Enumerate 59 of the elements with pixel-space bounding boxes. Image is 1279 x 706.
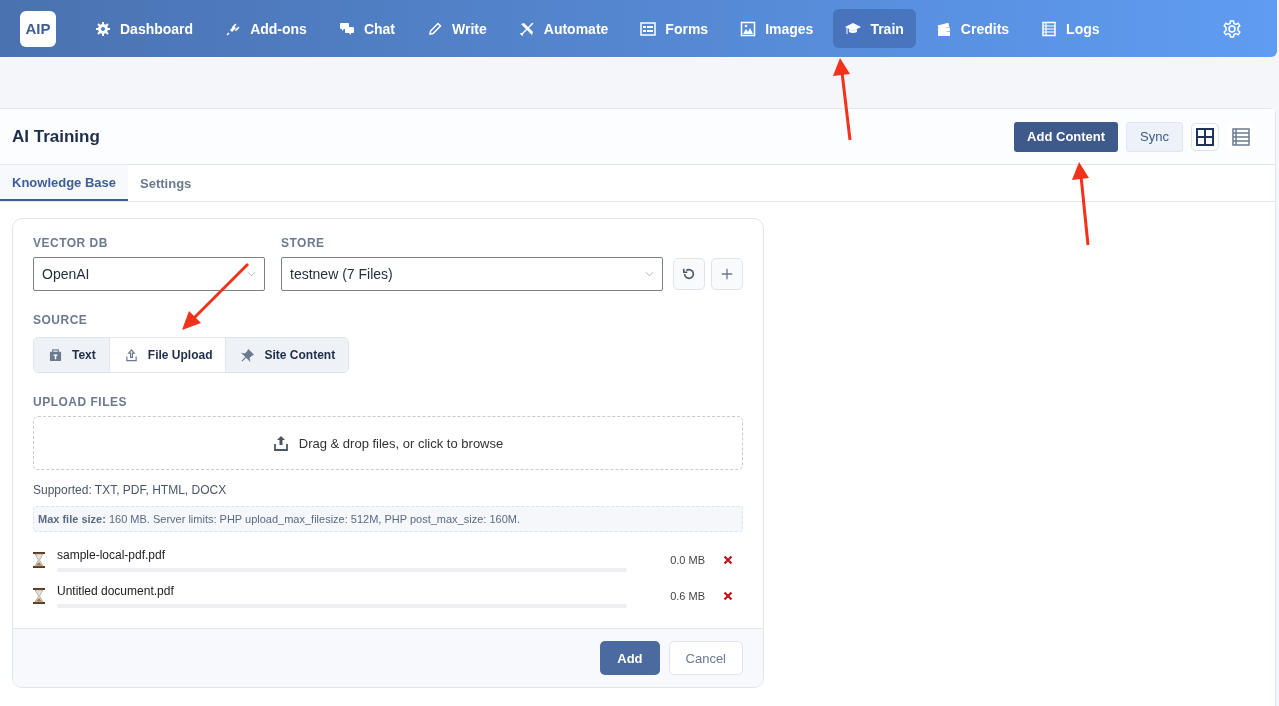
tab[interactable]: Settings: [128, 165, 204, 201]
nav-item[interactable]: Write: [415, 9, 499, 48]
refresh-button[interactable]: [673, 258, 705, 290]
logo[interactable]: AIP: [20, 10, 56, 47]
list-icon: [1041, 20, 1058, 37]
settings-icon[interactable]: [1222, 18, 1242, 39]
chat-bubbles-icon: [338, 20, 355, 37]
file-name: Untitled document.pdf: [57, 584, 175, 598]
file-dropzone[interactable]: Drag & drop files, or click to browse: [33, 416, 743, 470]
page-title: AI Training: [12, 126, 100, 147]
clipboard-icon: [49, 348, 62, 362]
grid-view-button[interactable]: [1191, 122, 1219, 151]
tickets-icon: [935, 20, 952, 37]
source-option[interactable]: Site Content: [226, 338, 349, 372]
hourglass-icon: [33, 552, 45, 568]
nav-item[interactable]: Logs: [1029, 9, 1112, 48]
nav-item[interactable]: Chat: [326, 9, 407, 48]
add-content-button[interactable]: Add Content: [1014, 121, 1119, 152]
source-option[interactable]: File Upload: [109, 338, 227, 372]
dropzone-text: Drag & drop files, or click to browse: [298, 435, 504, 451]
pencil-icon: [427, 20, 443, 37]
annotation-arrow: [182, 262, 250, 330]
file-size: 0.0 MB: [670, 554, 705, 566]
nav-item[interactable]: Images: [728, 9, 826, 48]
upload-icon: [124, 348, 138, 362]
vector-db-select[interactable]: OpenAI: [33, 257, 265, 291]
add-submit-button[interactable]: Add: [600, 641, 660, 675]
gear-icon: [95, 20, 111, 37]
plus-icon: [720, 267, 734, 281]
cancel-button[interactable]: Cancel: [668, 641, 743, 675]
upload-icon: [272, 435, 289, 451]
nav-item[interactable]: Credits: [923, 9, 1022, 48]
field-label: SOURCE: [33, 313, 89, 327]
form-icon: [640, 20, 657, 37]
refresh-icon: [682, 267, 696, 281]
field-label: STORE: [281, 236, 326, 250]
field-label: UPLOAD FILES: [33, 395, 128, 409]
image-icon: [740, 20, 757, 37]
nav-item[interactable]: Train: [833, 9, 916, 48]
nav-item[interactable]: Dashboard: [83, 9, 206, 48]
chevron-down-icon: [645, 271, 654, 277]
source-option[interactable]: Text: [34, 338, 110, 372]
chevron-down-icon: [247, 271, 256, 277]
file-name: sample-local-pdf.pdf: [57, 548, 167, 562]
sync-button[interactable]: Sync: [1126, 121, 1183, 152]
nav-item[interactable]: Add-ons: [213, 9, 319, 48]
file-size: 0.6 MB: [670, 590, 705, 602]
remove-icon[interactable]: [723, 555, 733, 565]
remove-icon[interactable]: [723, 591, 733, 601]
tab[interactable]: Knowledge Base: [0, 165, 129, 201]
graduation-cap-icon: [845, 20, 862, 37]
pin-icon: [241, 348, 255, 362]
file-size-limits-note: Max file size: 160 MB. Server limits: PHP upload_max_filesize: 512M, PHP post_max_size: 160M.: [33, 506, 743, 532]
hourglass-icon: [33, 588, 45, 604]
nav-item[interactable]: Automate: [506, 9, 621, 48]
store-select[interactable]: testnew (7 Files): [281, 257, 663, 291]
nav-item[interactable]: Forms: [628, 9, 721, 48]
field-label: VECTOR DB: [33, 236, 109, 250]
supported-formats-text: Supported: TXT, PDF, HTML, DOCX: [33, 483, 228, 497]
